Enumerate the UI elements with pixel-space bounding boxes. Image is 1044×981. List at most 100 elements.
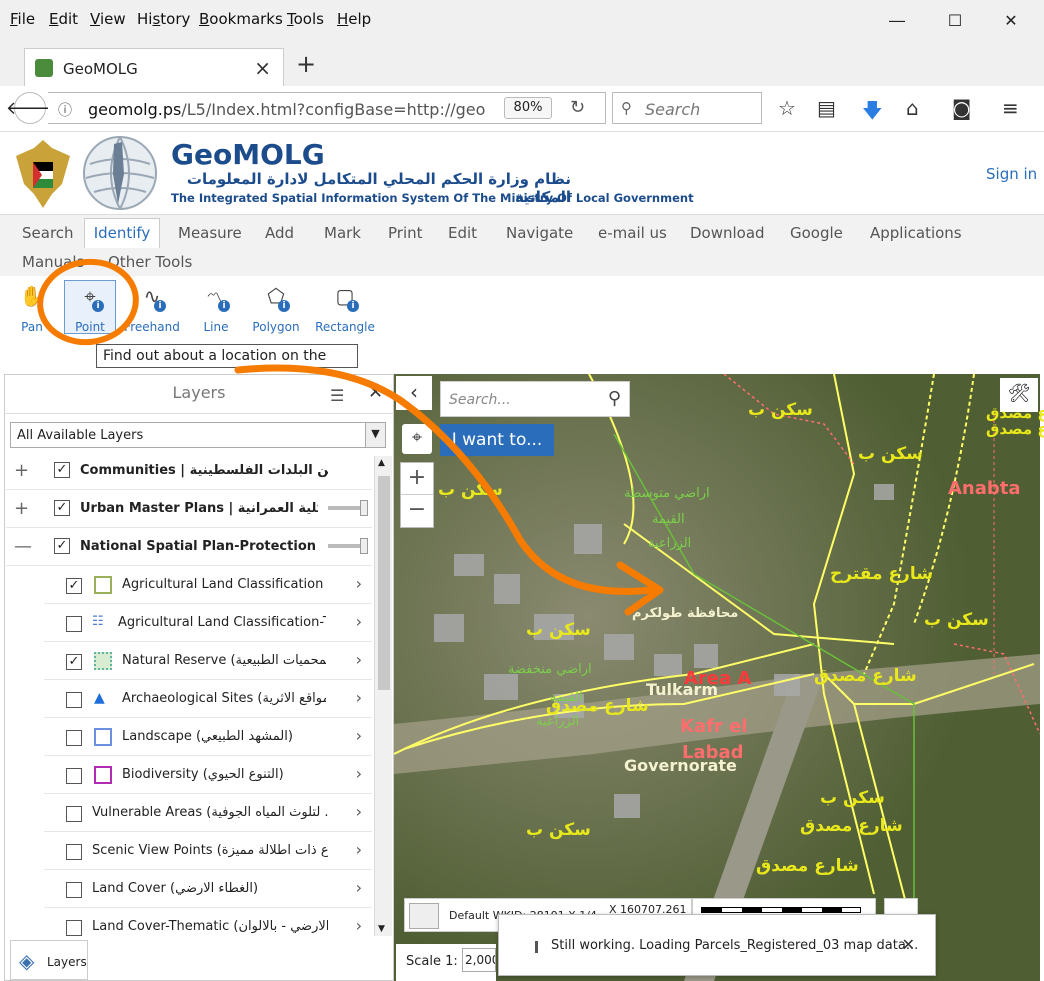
tab-applications[interactable]: Applications <box>870 224 962 242</box>
layer-item[interactable]: Vulnerable Areas (لتلوث المياه الجوفية .… <box>44 794 372 832</box>
line-tool[interactable]: 〽 i Line <box>186 284 246 334</box>
download-icon[interactable]: 🡇 <box>862 96 883 130</box>
menu-tools[interactable]: Tools <box>287 10 324 28</box>
layer-group-communities[interactable]: + ✓ Communities | ات عن البلدات الفلسطين… <box>6 452 372 490</box>
zoom-out-button[interactable]: − <box>401 495 433 527</box>
layer-item[interactable]: ☷ Agricultural Land Classification-Th...… <box>44 604 372 642</box>
layer-group-national-spatial-plan[interactable]: — ✓ National Spatial Plan-Protection Pla… <box>6 528 372 566</box>
collapse-panel-button[interactable]: ‹ <box>396 376 432 410</box>
layers-toggle-button[interactable]: ◈ Layers <box>10 940 88 980</box>
menu-help[interactable]: Help <box>337 10 371 28</box>
tab-edit[interactable]: Edit <box>448 224 477 242</box>
tab-identify[interactable]: Identify <box>84 218 160 248</box>
chevron-right-icon[interactable]: › <box>356 574 362 593</box>
chevron-right-icon[interactable]: › <box>356 650 362 669</box>
collapse-icon[interactable]: — <box>14 536 32 557</box>
layer-item[interactable]: ✓ Agricultural Land Classification (ة...… <box>44 566 372 604</box>
layer-item[interactable]: ▲ Archaeological Sites (مواقع الاثرية...… <box>44 680 372 718</box>
minimize-icon[interactable]: ― <box>882 8 912 32</box>
new-tab-button[interactable]: + <box>296 50 316 78</box>
browser-search-input[interactable]: ⚲ Search <box>612 92 762 124</box>
layer-checkbox[interactable]: ✓ <box>66 578 82 594</box>
home-icon[interactable]: ⌂ <box>906 96 919 120</box>
layer-item[interactable]: Landscape (المشهد الطبيعي) › <box>44 718 372 756</box>
opacity-slider[interactable] <box>328 500 368 516</box>
rectangle-tool[interactable]: ▢ i Rectangle <box>315 284 375 334</box>
layer-item[interactable]: Land Cover (الغطاء الارضي) › <box>44 870 372 908</box>
layer-checkbox[interactable]: ✓ <box>54 462 70 478</box>
layer-checkbox[interactable]: ✓ <box>54 538 70 554</box>
chevron-right-icon[interactable]: › <box>356 916 362 935</box>
menu-view[interactable]: View <box>90 10 126 28</box>
tab-mark[interactable]: Mark <box>324 224 361 242</box>
tab-close-icon[interactable]: × <box>254 56 271 80</box>
layer-checkbox[interactable] <box>66 616 82 632</box>
tab-navigate[interactable]: Navigate <box>506 224 573 242</box>
tab-other-tools[interactable]: Other Tools <box>108 253 192 271</box>
i-want-to-button[interactable]: I want to... <box>440 424 554 456</box>
reload-icon[interactable]: ↻ <box>570 97 585 118</box>
chevron-right-icon[interactable]: › <box>356 726 362 745</box>
hamburger-menu-icon[interactable]: ≡ <box>1002 96 1019 120</box>
tab-manuals[interactable]: Manuals <box>22 253 84 271</box>
back-button[interactable]: 🡐 <box>6 92 54 124</box>
freehand-tool[interactable]: ∿ i Freehand <box>122 284 182 334</box>
pocket-icon[interactable]: ◙ <box>952 96 971 120</box>
locate-button[interactable]: ⌖ <box>402 424 432 454</box>
layer-item[interactable]: Biodiversity (التنوع الحيوي) › <box>44 756 372 794</box>
chevron-right-icon[interactable]: › <box>356 612 362 631</box>
layer-item[interactable]: Land Cover-Thematic (ء الارضي - بالالوان… <box>44 908 372 938</box>
menu-file[interactable]: File <box>10 10 35 28</box>
menu-edit[interactable]: Edit <box>49 10 78 28</box>
layers-close-icon[interactable]: ✕ <box>368 382 383 403</box>
sign-in-link[interactable]: Sign in <box>986 165 1037 183</box>
layer-checkbox[interactable]: ✓ <box>66 654 82 670</box>
tab-geomolg[interactable]: GeoMOLG × <box>24 48 284 88</box>
layer-checkbox[interactable]: ✓ <box>54 500 70 516</box>
layers-filter-select[interactable]: All Available Layers ▼ <box>10 422 386 448</box>
expand-icon[interactable]: + <box>14 460 29 481</box>
layer-checkbox[interactable] <box>66 768 82 784</box>
layer-group-urban-master-plans[interactable]: + ✓ Urban Master Plans | الهيكلية العمرا… <box>6 490 372 528</box>
tab-download[interactable]: Download <box>690 224 765 242</box>
layer-checkbox[interactable] <box>66 692 82 708</box>
menu-bookmarks[interactable]: Bookmarks <box>199 10 283 28</box>
zoom-level[interactable]: 80% <box>504 97 552 119</box>
layer-checkbox[interactable] <box>66 730 82 746</box>
zoom-in-button[interactable]: + <box>401 463 433 495</box>
info-icon[interactable]: ⓘ <box>58 100 72 120</box>
layer-checkbox[interactable] <box>66 882 82 898</box>
opacity-slider[interactable] <box>328 538 368 554</box>
pan-tool[interactable]: ✋ Pan <box>2 284 62 334</box>
tab-add[interactable]: Add <box>265 224 294 242</box>
layer-item[interactable]: Scenic View Points (ع ذات اطلالة مميزة..… <box>44 832 372 870</box>
tab-print[interactable]: Print <box>388 224 423 242</box>
layer-checkbox[interactable] <box>66 806 82 822</box>
scroll-up-icon[interactable]: ▲ <box>378 458 385 468</box>
toast-close-icon[interactable]: ✕ <box>902 935 915 954</box>
tab-email-us[interactable]: e-mail us <box>598 224 667 242</box>
chevron-right-icon[interactable]: › <box>356 688 362 707</box>
layers-scrollbar[interactable]: ▲ ▼ <box>374 456 392 936</box>
layer-checkbox[interactable] <box>66 844 82 860</box>
maximize-icon[interactable]: ☐ <box>940 8 970 32</box>
reading-list-icon[interactable]: ▤ <box>817 96 836 120</box>
scroll-down-icon[interactable]: ▼ <box>378 924 385 934</box>
point-tool[interactable]: ⌖ i Point <box>60 284 120 334</box>
expand-icon[interactable]: + <box>14 498 29 519</box>
close-window-icon[interactable]: ✕ <box>996 8 1026 32</box>
layer-item[interactable]: ✓ Natural Reserve (المحميات الطبيعية › <box>44 642 372 680</box>
chevron-right-icon[interactable]: › <box>356 764 362 783</box>
scrollbar-thumb[interactable] <box>378 476 390 690</box>
tab-search[interactable]: Search <box>22 224 74 242</box>
polygon-tool[interactable]: ⬠ i Polygon <box>246 284 306 334</box>
bookmark-star-icon[interactable]: ☆ <box>778 96 796 120</box>
scale-input[interactable]: 2,000 <box>462 948 496 972</box>
chevron-right-icon[interactable]: › <box>356 802 362 821</box>
chevron-right-icon[interactable]: › <box>356 878 362 897</box>
menu-history[interactable]: History <box>137 10 190 28</box>
layer-checkbox[interactable] <box>66 920 82 936</box>
tab-google[interactable]: Google <box>790 224 843 242</box>
tab-measure[interactable]: Measure <box>178 224 242 242</box>
map-search-input[interactable]: Search... ⚲ <box>440 381 630 417</box>
